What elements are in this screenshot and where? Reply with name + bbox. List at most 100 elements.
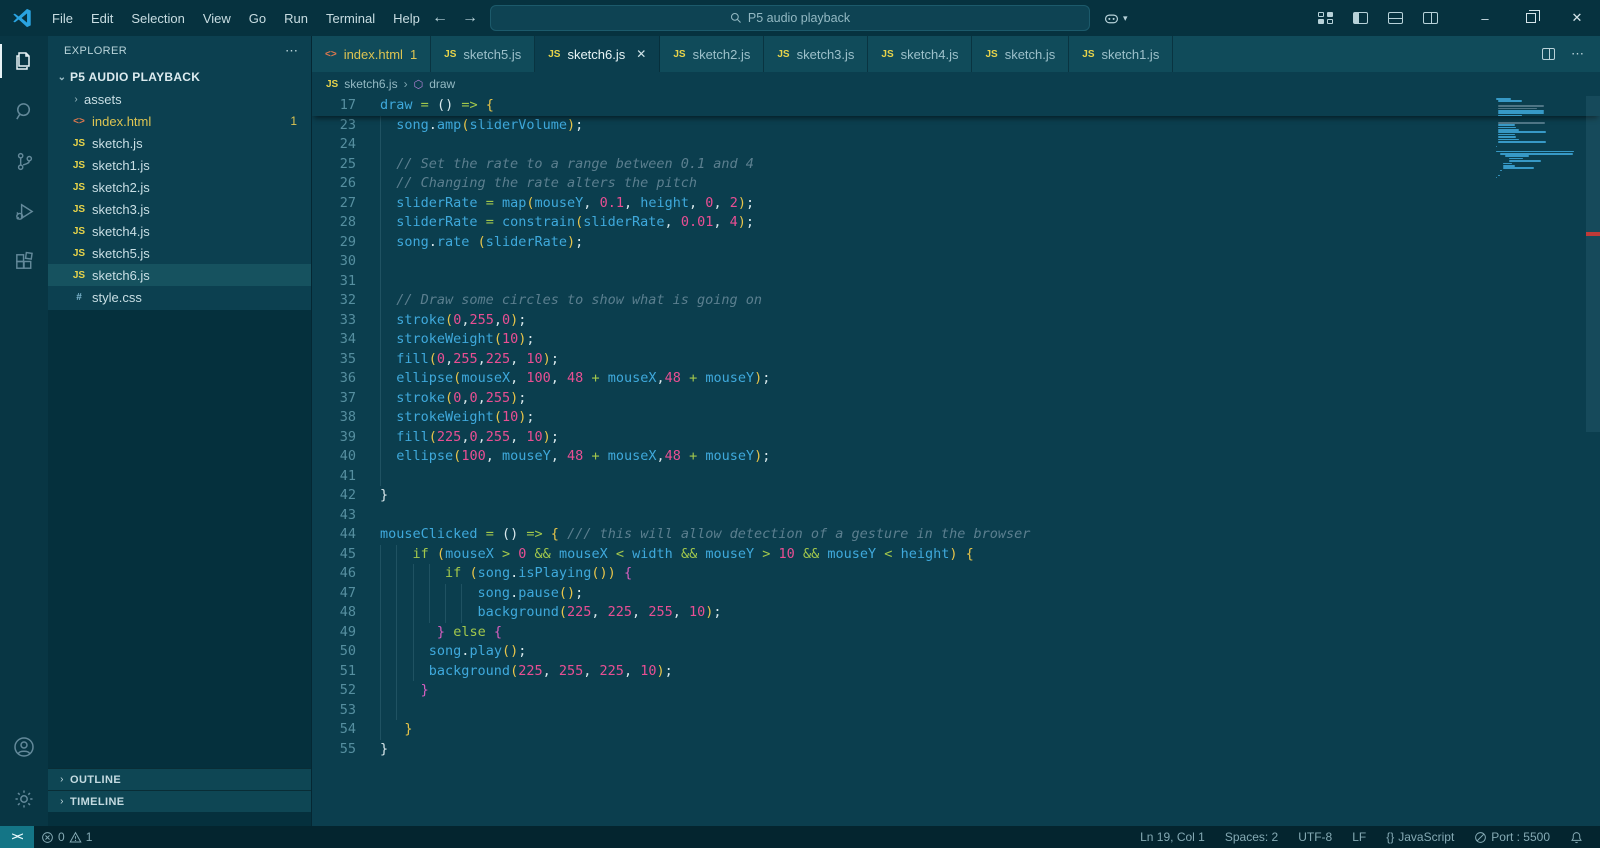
line-number[interactable]: 41 (312, 467, 380, 487)
tab-sketch.js[interactable]: JS sketch.js (972, 36, 1070, 72)
file-item-sketch2.js[interactable]: JS sketch2.js (48, 176, 311, 198)
code-line-25[interactable]: 25 // Set the rate to a range between 0.… (312, 154, 1600, 175)
menu-run[interactable]: Run (275, 0, 317, 36)
copilot-menu[interactable]: ▾ (1103, 0, 1128, 36)
code-line-31[interactable]: 31 (312, 271, 1600, 292)
file-item-sketch5.js[interactable]: JS sketch5.js (48, 242, 311, 264)
source-control-icon[interactable] (0, 136, 48, 186)
line-number[interactable]: 39 (312, 428, 380, 448)
line-number[interactable]: 17 (312, 96, 380, 116)
line-number[interactable]: 40 (312, 447, 380, 467)
code-line-44[interactable]: 44 mouseClicked = () => { /// this will a… (312, 525, 1600, 545)
line-number[interactable]: 29 (312, 233, 380, 253)
toggle-secondary-sidebar-icon[interactable] (1423, 12, 1438, 24)
code-line-23[interactable]: 23 song.amp(sliderVolume); (312, 115, 1600, 135)
cursor-position[interactable]: Ln 19, Col 1 (1133, 830, 1212, 844)
code-line-48[interactable]: 48 background(225, 225, 255, 10); (312, 603, 1600, 623)
code-line-52[interactable]: 52 } (312, 681, 1600, 701)
line-number[interactable]: 50 (312, 642, 380, 662)
code-line-51[interactable]: 51 background(225, 255, 225, 10); (312, 661, 1600, 682)
code-line-41[interactable]: 41 (312, 466, 1600, 487)
problems-indicator[interactable]: 0 1 (34, 826, 99, 848)
breadcrumb-file[interactable]: sketch6.js (344, 77, 397, 91)
line-number[interactable]: 26 (312, 174, 380, 194)
file-item-sketch4.js[interactable]: JS sketch4.js (48, 220, 311, 242)
menu-terminal[interactable]: Terminal (317, 0, 384, 36)
code-line-32[interactable]: 32 // Draw some circles to show what is … (312, 291, 1600, 311)
code-line-54[interactable]: 54 } (312, 720, 1600, 740)
breadcrumb-symbol[interactable]: draw (429, 77, 455, 91)
line-number[interactable]: 31 (312, 272, 380, 292)
code-line-26[interactable]: 26 // Changing the rate alters the pitch (312, 174, 1600, 194)
code-line-53[interactable]: 53 (312, 700, 1600, 720)
outline-section[interactable]: › OUTLINE (48, 768, 311, 790)
code-line-17[interactable]: 17 draw = () => { (312, 96, 1600, 116)
code-line-47[interactable]: 47 song.pause(); (312, 583, 1600, 603)
line-number[interactable]: 43 (312, 506, 380, 526)
line-number[interactable]: 46 (312, 564, 380, 584)
vertical-scrollbar[interactable] (1586, 96, 1600, 432)
line-number[interactable]: 25 (312, 155, 380, 175)
minimap[interactable] (1496, 98, 1584, 179)
tab-sketch5.js[interactable]: JS sketch5.js (431, 36, 536, 72)
explorer-icon[interactable] (0, 36, 48, 86)
timeline-section[interactable]: › TIMELINE (48, 790, 311, 812)
run-debug-icon[interactable] (0, 186, 48, 236)
line-number[interactable]: 38 (312, 408, 380, 428)
line-number[interactable]: 48 (312, 603, 380, 623)
code-editor[interactable]: 17 draw = () => { 23 song.amp(sliderVolum… (312, 96, 1600, 826)
code-line-37[interactable]: 37 stroke(0,0,255); (312, 388, 1600, 409)
file-item-sketch1.js[interactable]: JS sketch1.js (48, 154, 311, 176)
toggle-panel-icon[interactable] (1388, 12, 1403, 24)
tab-sketch3.js[interactable]: JS sketch3.js (764, 36, 869, 72)
code-line-29[interactable]: 29 song.rate (sliderRate); (312, 232, 1600, 253)
code-line-39[interactable]: 39 fill(225,0,255, 10); (312, 427, 1600, 448)
menu-edit[interactable]: Edit (82, 0, 122, 36)
code-line-33[interactable]: 33 stroke(0,255,0); (312, 310, 1600, 330)
file-item-assets[interactable]: › assets (48, 88, 311, 110)
remote-indicator[interactable]: >< (0, 826, 34, 848)
toggle-sidebar-icon[interactable] (1353, 12, 1368, 24)
line-number[interactable]: 52 (312, 681, 380, 701)
line-number[interactable]: 36 (312, 369, 380, 389)
menu-selection[interactable]: Selection (122, 0, 193, 36)
restore-button[interactable] (1508, 0, 1554, 36)
line-number[interactable]: 30 (312, 252, 380, 272)
line-number[interactable]: 24 (312, 135, 380, 155)
account-icon[interactable] (0, 722, 48, 772)
line-number[interactable]: 42 (312, 486, 380, 506)
tab-sketch4.js[interactable]: JS sketch4.js (868, 36, 973, 72)
code-line-35[interactable]: 35 fill(0,255,225, 10); (312, 349, 1600, 370)
line-number[interactable]: 27 (312, 194, 380, 214)
code-line-55[interactable]: 55} (312, 740, 1600, 760)
code-line-43[interactable]: 43 (312, 506, 1600, 526)
sticky-scroll-line[interactable]: 17 draw = () => { (312, 96, 1600, 116)
line-number[interactable]: 49 (312, 623, 380, 643)
code-line-30[interactable]: 30 (312, 252, 1600, 272)
tab-sketch1.js[interactable]: JS sketch1.js (1069, 36, 1174, 72)
file-item-sketch.js[interactable]: JS sketch.js (48, 132, 311, 154)
minimize-button[interactable]: – (1462, 0, 1508, 36)
editor-more-actions-icon[interactable]: ⋯ (1571, 46, 1584, 62)
encoding-setting[interactable]: UTF-8 (1291, 830, 1339, 844)
customize-layout-icon[interactable] (1318, 12, 1333, 24)
line-number[interactable]: 32 (312, 291, 380, 311)
search-panel-icon[interactable] (0, 86, 48, 136)
forward-arrow-icon[interactable]: → (462, 9, 478, 27)
code-line-46[interactable]: 46 if (song.isPlaying()) { (312, 564, 1600, 584)
line-number[interactable]: 54 (312, 720, 380, 740)
line-number[interactable]: 37 (312, 389, 380, 409)
explorer-actions-icon[interactable]: ⋯ (285, 43, 299, 59)
settings-gear-icon[interactable] (0, 772, 48, 826)
split-editor-icon[interactable] (1542, 48, 1555, 60)
close-button[interactable]: ✕ (1554, 0, 1600, 36)
line-number[interactable]: 51 (312, 662, 380, 682)
back-arrow-icon[interactable]: ← (432, 9, 448, 27)
code-line-38[interactable]: 38 strokeWeight(10); (312, 408, 1600, 428)
language-mode[interactable]: {} JavaScript (1379, 830, 1461, 844)
line-number[interactable]: 34 (312, 330, 380, 350)
code-line-50[interactable]: 50 song.play(); (312, 642, 1600, 662)
code-line-42[interactable]: 42} (312, 486, 1600, 506)
line-number[interactable]: 35 (312, 350, 380, 370)
code-line-34[interactable]: 34 strokeWeight(10); (312, 330, 1600, 350)
